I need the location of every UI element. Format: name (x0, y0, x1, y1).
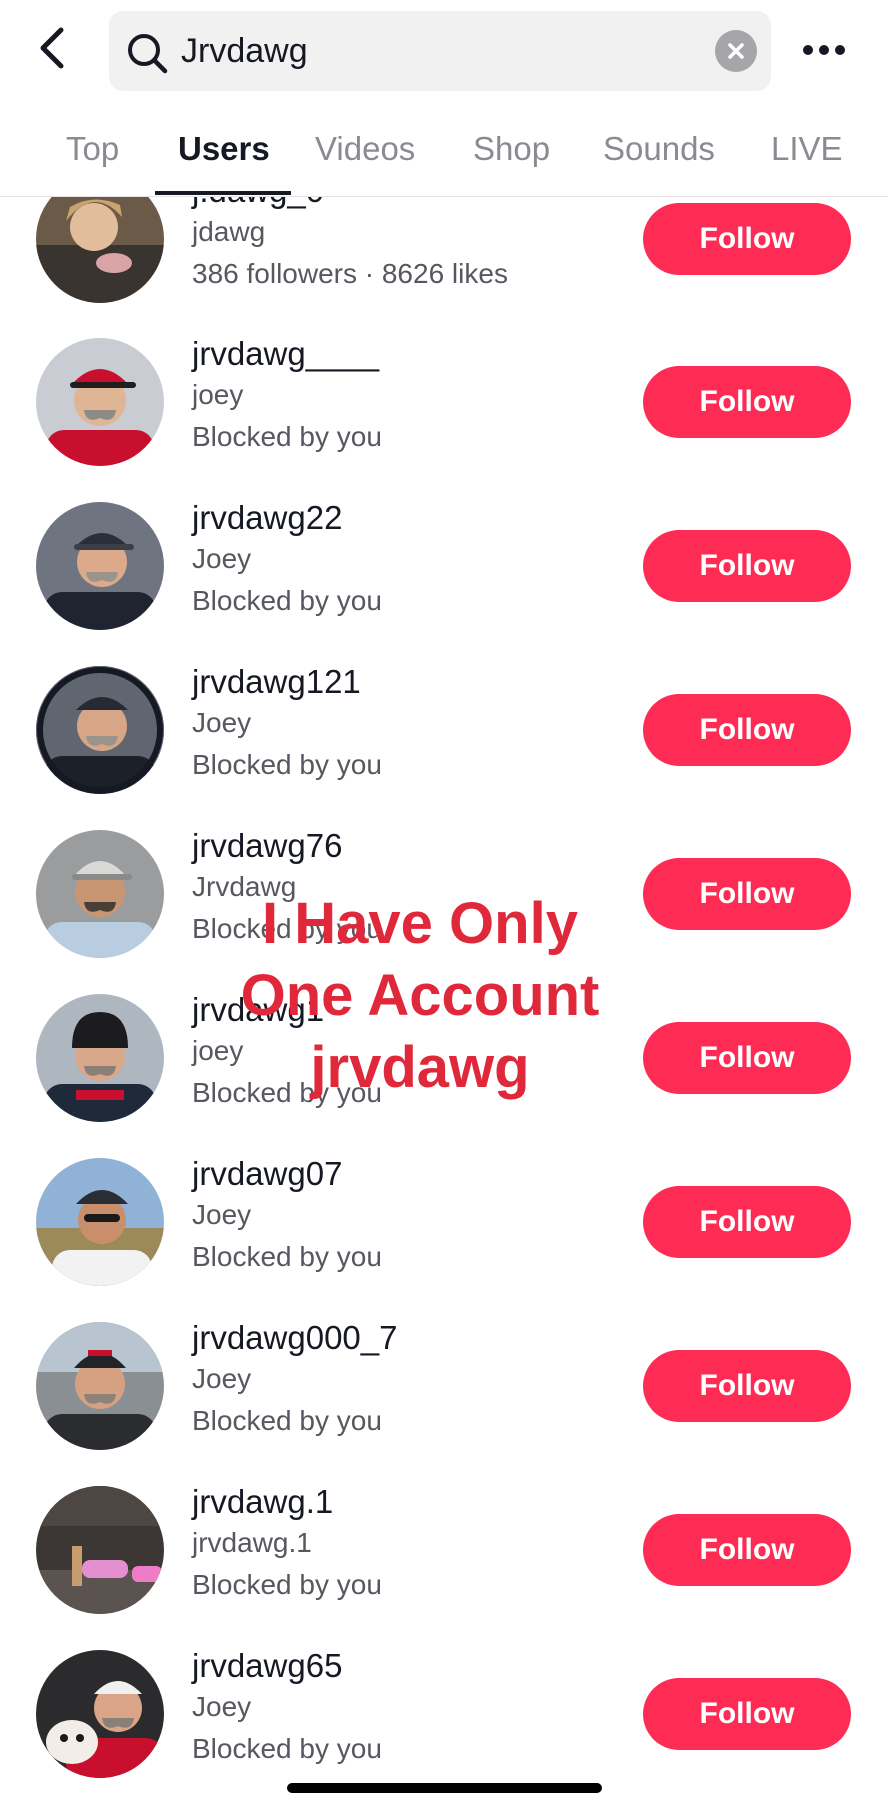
tab-videos[interactable]: Videos (315, 130, 415, 168)
username: jrvdawg22 (192, 499, 343, 536)
nickname: Joey (192, 1199, 252, 1230)
avatar[interactable] (36, 197, 164, 303)
caption-line: One Account (240, 963, 600, 1028)
username: jrvdawg65 (192, 1647, 343, 1684)
follower-stats: 386 followers · 8626 likes (192, 258, 508, 289)
user-row[interactable]: jrvdawg000_7 Joey Blocked by you Follow (0, 1303, 888, 1467)
user-row[interactable]: jrvdawg07 Joey Blocked by you Follow (0, 1139, 888, 1303)
search-icon (128, 34, 168, 74)
blocked-status: Blocked by you (192, 1241, 382, 1272)
user-row[interactable]: j.dawg_0 jdawg 386 followers · 8626 like… (0, 197, 888, 320)
blocked-status: Blocked by you (192, 421, 382, 452)
search-tabs: Top Users Videos Shop Sounds LIVE (0, 100, 888, 197)
caption-line: jrvdawg (310, 1035, 530, 1100)
caption-line: I Have Only (262, 891, 578, 956)
blocked-status: Blocked by you (192, 1405, 382, 1436)
avatar[interactable] (36, 1486, 164, 1614)
follow-button[interactable]: Follow (643, 1186, 851, 1258)
follow-button[interactable]: Follow (643, 366, 851, 438)
avatar[interactable] (36, 502, 164, 630)
search-input[interactable]: Jrvdawg (181, 11, 308, 91)
follow-button[interactable]: Follow (643, 1022, 851, 1094)
nickname: joey (192, 379, 244, 410)
blocked-status: Blocked by you (192, 1733, 382, 1764)
nickname: Joey (192, 707, 252, 738)
top-bar: Jrvdawg (0, 0, 888, 100)
user-row[interactable]: jrvdawg65 Joey Blocked by you Follow (0, 1631, 888, 1795)
tab-sounds[interactable]: Sounds (603, 130, 715, 168)
tab-live[interactable]: LIVE (771, 130, 843, 168)
username: jrvdawg07 (192, 1155, 343, 1192)
search-bar[interactable]: Jrvdawg (109, 11, 771, 91)
nickname: Joey (192, 543, 252, 574)
follow-button[interactable]: Follow (643, 203, 851, 275)
tab-shop[interactable]: Shop (473, 130, 550, 168)
nickname: Joey (192, 1691, 252, 1722)
avatar[interactable] (36, 830, 164, 958)
more-horizontal-icon (803, 45, 845, 55)
more-options-button[interactable] (793, 26, 855, 74)
tab-users[interactable]: Users (178, 130, 270, 168)
avatar[interactable] (36, 994, 164, 1122)
nickname: jdawg (192, 216, 266, 247)
username: jrvdawg.1 (192, 1483, 334, 1520)
user-row[interactable]: jrvdawg____ joey Blocked by you Follow (0, 319, 888, 483)
blocked-status: Blocked by you (192, 749, 382, 780)
follow-button[interactable]: Follow (643, 1678, 851, 1750)
avatar[interactable] (36, 1650, 164, 1778)
avatar[interactable] (36, 666, 164, 794)
username: jrvdawg000_7 (192, 1319, 398, 1356)
username: jrvdawg____ (192, 335, 380, 372)
follow-button[interactable]: Follow (643, 858, 851, 930)
blocked-status: Blocked by you (192, 1569, 382, 1600)
user-row[interactable]: jrvdawg22 Joey Blocked by you Follow (0, 483, 888, 647)
avatar[interactable] (36, 338, 164, 466)
nickname: Joey (192, 1363, 252, 1394)
follow-button[interactable]: Follow (643, 1350, 851, 1422)
username: j.dawg_0 (192, 197, 324, 210)
username: jrvdawg121 (192, 663, 361, 700)
blocked-status: Blocked by you (192, 585, 382, 616)
active-tab-indicator (155, 191, 291, 195)
tab-top[interactable]: Top (66, 130, 119, 168)
clear-icon (728, 43, 744, 59)
nickname: jrvdawg.1 (192, 1527, 312, 1558)
clear-search-button[interactable] (715, 30, 757, 72)
follow-button[interactable]: Follow (643, 694, 851, 766)
follow-button[interactable]: Follow (643, 1514, 851, 1586)
avatar[interactable] (36, 1322, 164, 1450)
avatar[interactable] (36, 1158, 164, 1286)
chevron-left-icon (40, 27, 64, 69)
home-indicator[interactable] (287, 1783, 602, 1793)
follow-button[interactable]: Follow (643, 530, 851, 602)
user-row[interactable]: jrvdawg.1 jrvdawg.1 Blocked by you Follo… (0, 1467, 888, 1631)
overlay-caption: I Have Only One Account jrvdawg (200, 888, 640, 1104)
user-row[interactable]: jrvdawg121 Joey Blocked by you Follow (0, 647, 888, 811)
back-button[interactable] (22, 18, 82, 78)
username: jrvdawg76 (192, 827, 343, 864)
